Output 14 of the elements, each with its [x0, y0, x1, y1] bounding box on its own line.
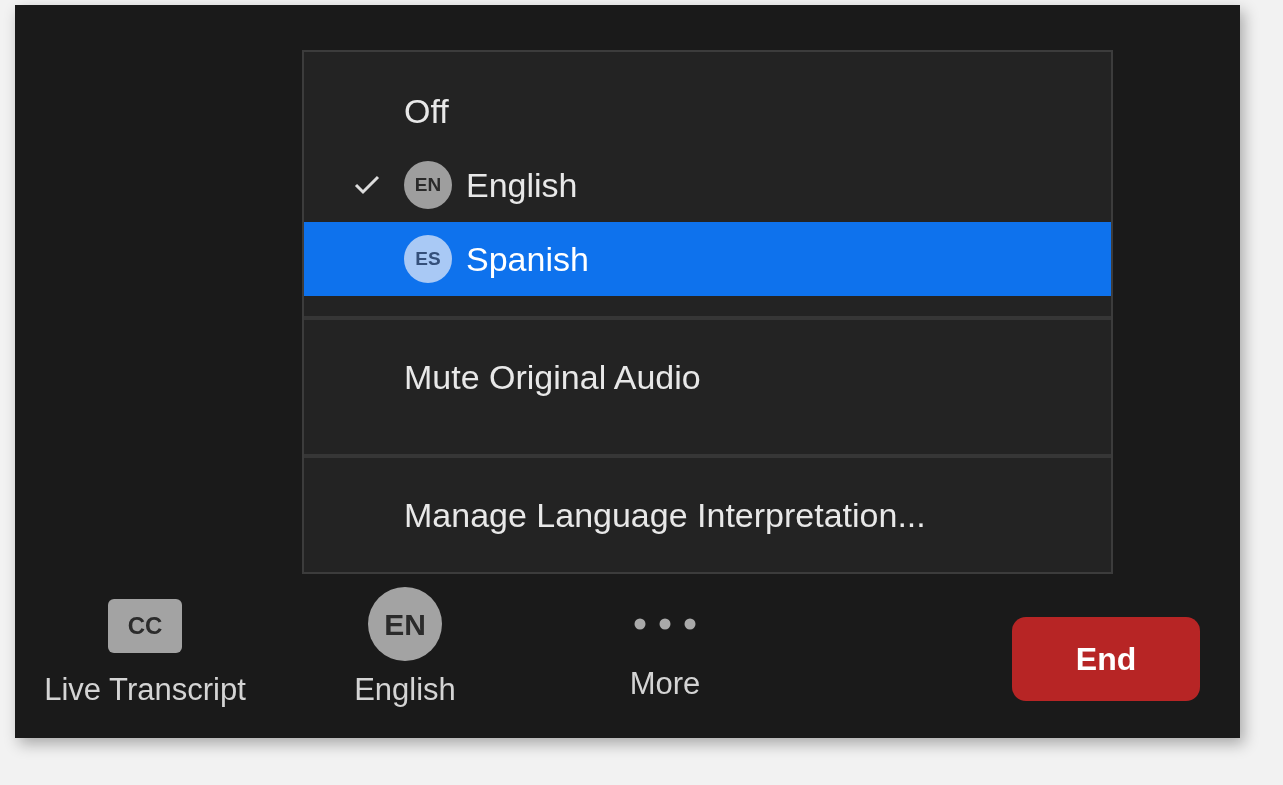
language-icon: EN: [368, 587, 442, 661]
more-icon: [633, 617, 697, 631]
language-badge: EN: [404, 161, 452, 209]
toolbar-label[interactable]: Live Transcript: [44, 667, 246, 714]
menu-item[interactable]: Manage Language Interpretation...: [304, 458, 1111, 572]
captions-icon: CC: [108, 599, 182, 653]
toolbar-label[interactable]: More: [629, 661, 701, 708]
language-option[interactable]: EN English: [304, 148, 1111, 222]
menu-item[interactable]: Mute Original Audio: [304, 320, 1111, 434]
language-badge: ES: [404, 235, 452, 283]
language-option[interactable]: Off: [304, 74, 1111, 148]
language-option[interactable]: ES Spanish: [304, 222, 1111, 296]
end-button[interactable]: End: [1012, 617, 1200, 701]
toolbar-label[interactable]: English: [354, 667, 456, 714]
